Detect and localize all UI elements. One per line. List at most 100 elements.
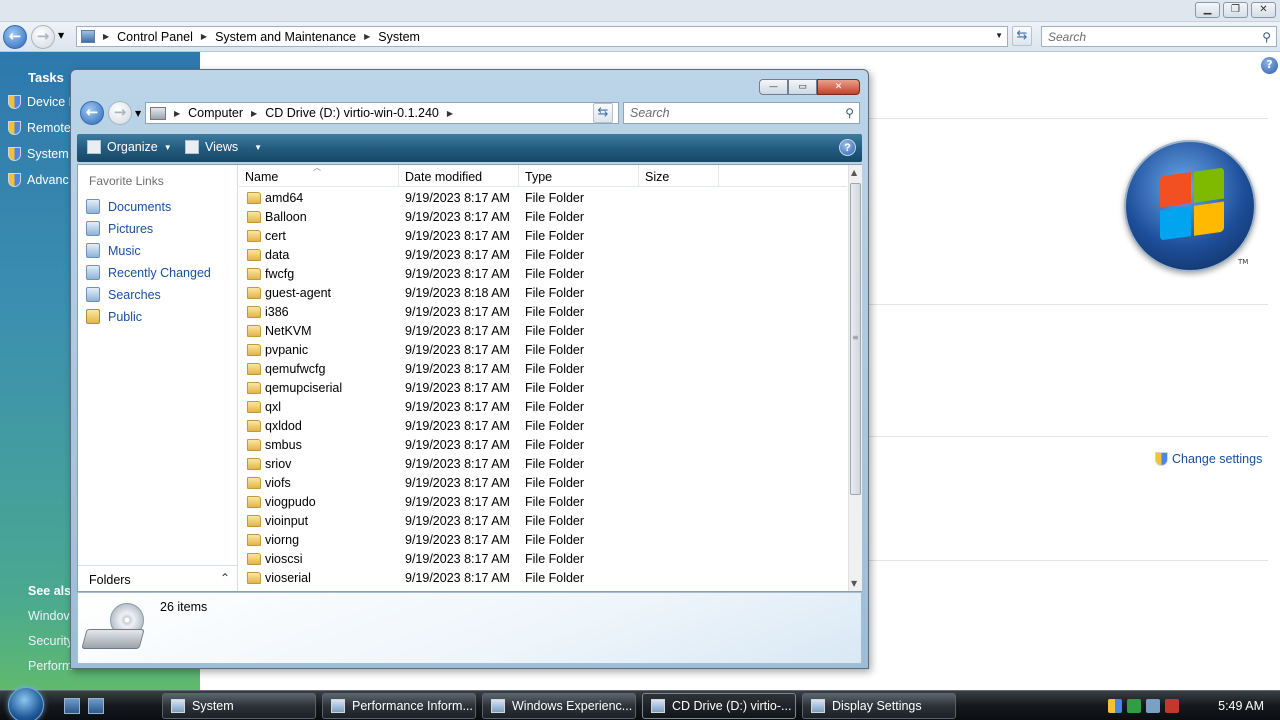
help-icon[interactable]: ? [839,139,856,156]
background-search-input[interactable]: Search ⚲ [1041,26,1277,47]
table-row[interactable]: data 9/19/2023 8:17 AM File Folder [239,246,847,265]
explorer-breadcrumb[interactable]: ▶ Computer ▶ CD Drive (D:) virtio-win-0.… [145,102,619,124]
maximize-button[interactable]: ▭ [788,79,817,95]
security-shield-icon[interactable] [1108,699,1122,713]
fav-link-public[interactable]: Public [86,309,142,324]
explorer-search-input[interactable]: Search ⚲ [623,102,860,124]
file-type: File Folder [525,248,585,262]
see-also-performance[interactable]: Perform [28,659,72,673]
system-icon [171,699,185,713]
minimize-button[interactable]: — [759,79,788,95]
views-button[interactable]: Views ▼ [185,140,262,154]
fav-link-searches[interactable]: Searches [86,287,161,302]
network-icon[interactable] [1146,699,1160,713]
folder-icon [247,268,261,280]
table-row[interactable]: qxldod 9/19/2023 8:17 AM File Folder [239,417,847,436]
fav-link-recently-changed[interactable]: Recently Changed [86,265,211,280]
task-remote-settings[interactable]: Remote [8,121,71,135]
organize-icon [87,140,101,154]
table-row[interactable]: amd64 9/19/2023 8:17 AM File Folder [239,189,847,208]
table-row[interactable]: cert 9/19/2023 8:17 AM File Folder [239,227,847,246]
folder-icon [247,192,261,204]
folder-icon [247,382,261,394]
file-date: 9/19/2023 8:17 AM [405,514,510,528]
folders-toggle[interactable]: Folders ⌃ [78,565,237,591]
recent-pages-dropdown-icon[interactable]: ▼ [135,109,141,118]
volume-muted-icon[interactable] [1165,699,1179,713]
table-row[interactable]: qemupciserial 9/19/2023 8:17 AM File Folde… [239,379,847,398]
column-header-name[interactable]: Name [245,170,278,184]
background-help-icon[interactable]: ? [1261,57,1278,74]
table-row[interactable]: pvpanic 9/19/2023 8:17 AM File Folder [239,341,847,360]
details-pane: 26 items [77,592,862,664]
taskbar-button-performance[interactable]: Performance Inform... [322,693,476,719]
forward-button[interactable]: → [31,25,55,49]
table-row[interactable]: viogpudo 9/19/2023 8:17 AM File Folder [239,493,847,512]
folder-icon [247,515,261,527]
fav-link-pictures[interactable]: Pictures [86,221,153,236]
background-breadcrumb[interactable]: ▶ Control Panel ▶ System and Maintenance… [76,26,1008,47]
table-row[interactable]: Balloon 9/19/2023 8:17 AM File Folder [239,208,847,227]
start-button[interactable] [8,687,44,720]
taskbar-button-display-settings[interactable]: Display Settings [802,693,956,719]
bg-close-button[interactable]: ✕ [1251,2,1276,18]
bg-minimize-button[interactable]: ▁ [1195,2,1220,18]
vertical-scrollbar[interactable]: ▲ ≡ ▼ [848,165,862,591]
organize-button[interactable]: Organize ▼ [87,140,172,154]
safely-remove-icon[interactable] [1127,699,1141,713]
table-row[interactable]: vioscsi 9/19/2023 8:17 AM File Folder [239,550,847,569]
explorer-refresh-button[interactable]: ⇆ [593,103,613,123]
folder-icon [247,572,261,584]
explorer-back-button[interactable]: ← [80,101,104,125]
table-row[interactable]: NetKVM 9/19/2023 8:17 AM File Folder [239,322,847,341]
performance-icon [331,699,345,713]
bg-maximize-button[interactable]: ❐ [1223,2,1248,18]
taskbar-button-windows-experience[interactable]: Windows Experienc... [482,693,636,719]
table-row[interactable]: vioinput 9/19/2023 8:17 AM File Folder [239,512,847,531]
fav-link-documents[interactable]: Documents [86,199,171,214]
table-row[interactable]: qxl 9/19/2023 8:17 AM File Folder [239,398,847,417]
recent-pages-dropdown-icon[interactable]: ▼ [58,31,64,40]
show-desktop-icon[interactable] [64,698,80,714]
fav-link-music[interactable]: Music [86,243,141,258]
crumb-system[interactable]: System [378,30,420,44]
table-row[interactable]: fwcfg 9/19/2023 8:17 AM File Folder [239,265,847,284]
crumb-computer[interactable]: Computer [188,106,243,120]
scroll-up-arrow-icon[interactable]: ▲ [851,168,857,177]
task-system-protection[interactable]: System [8,147,69,161]
table-row[interactable]: smbus 9/19/2023 8:17 AM File Folder [239,436,847,455]
task-advanced-settings[interactable]: Advanc [8,173,69,187]
switch-windows-icon[interactable] [88,698,104,714]
change-settings-link[interactable]: Change settings [1155,452,1262,466]
crumb-cd-drive[interactable]: CD Drive (D:) virtio-win-0.1.240 [265,106,439,120]
column-header-type[interactable]: Type [525,170,552,184]
table-row[interactable]: qemufwcfg 9/19/2023 8:17 AM File Folder [239,360,847,379]
explorer-forward-button[interactable]: → [108,101,132,125]
scroll-down-arrow-icon[interactable]: ▼ [851,579,857,588]
task-device-manager[interactable]: Device M [8,95,79,109]
file-date: 9/19/2023 8:17 AM [405,324,510,338]
column-header-size[interactable]: Size [645,170,669,184]
crumb-control-panel[interactable]: Control Panel [117,30,193,44]
column-header-date-modified[interactable]: Date modified [405,170,482,184]
table-row[interactable]: viofs 9/19/2023 8:17 AM File Folder [239,474,847,493]
see-also-windows-update[interactable]: Windov [28,609,70,623]
table-row[interactable]: i386 9/19/2023 8:17 AM File Folder [239,303,847,322]
table-row[interactable]: guest-agent 9/19/2023 8:18 AM File Folder [239,284,847,303]
file-date: 9/19/2023 8:17 AM [405,400,510,414]
file-type: File Folder [525,191,585,205]
crumb-system-and-maintenance[interactable]: System and Maintenance [215,30,356,44]
back-button[interactable]: ← [3,25,27,49]
table-row[interactable]: viorng 9/19/2023 8:17 AM File Folder [239,531,847,550]
close-button[interactable]: ✕ [817,79,860,95]
taskbar-button-cd-drive[interactable]: CD Drive (D:) virtio-... [642,693,796,719]
table-row[interactable]: sriov 9/19/2023 8:17 AM File Folder [239,455,847,474]
file-name: viogpudo [265,495,316,509]
address-dropdown-icon[interactable]: ▼ [995,31,1003,40]
table-row[interactable]: vioserial 9/19/2023 8:17 AM File Folder [239,569,847,588]
see-also-security-center[interactable]: Security [28,634,73,648]
taskbar-button-system[interactable]: System [162,693,316,719]
refresh-button[interactable]: ⇆ [1012,26,1032,46]
clock[interactable]: 5:49 AM [1218,699,1264,713]
file-name: vioscsi [265,552,303,566]
